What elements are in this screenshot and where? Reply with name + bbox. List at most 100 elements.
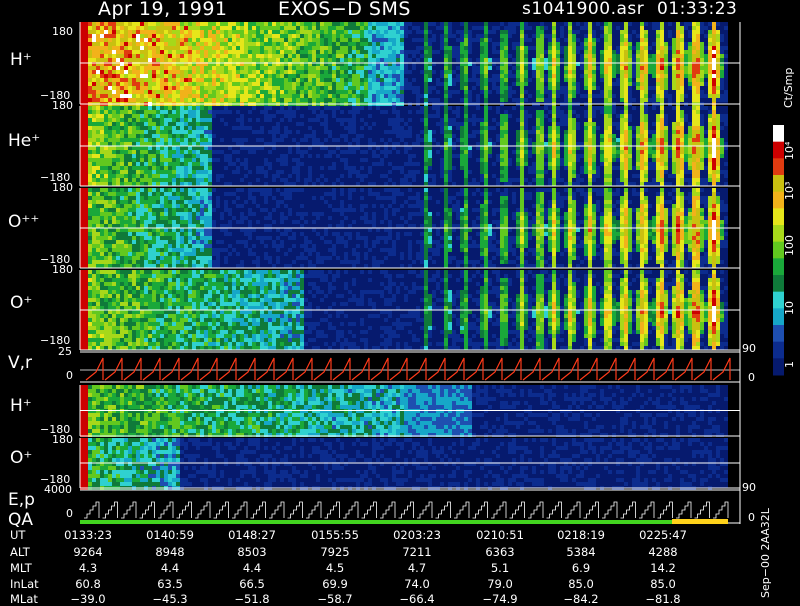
heatmap-cell: [672, 166, 676, 170]
heatmap-cell: [136, 38, 140, 42]
heatmap-cell: [424, 50, 428, 54]
heatmap-cell: [360, 74, 364, 78]
heatmap-cell: [660, 78, 664, 82]
heatmap-cell: [136, 30, 140, 34]
heatmap-cell: [140, 86, 144, 90]
heatmap-cell: [696, 46, 700, 50]
heatmap-cell: [604, 106, 608, 110]
heatmap-cell: [240, 86, 244, 90]
heatmap-cell: [552, 122, 556, 126]
heatmap-cell: [676, 22, 680, 26]
heatmap-cell: [228, 34, 232, 38]
heatmap-cell: [588, 22, 592, 26]
heatmap-cell: [536, 58, 540, 62]
heatmap-cell: [176, 46, 180, 50]
heatmap-cell: [112, 70, 116, 74]
heatmap-cell: [348, 118, 352, 122]
heatmap-cell: [248, 182, 252, 186]
heatmap-cell: [152, 174, 156, 178]
heatmap-cell: [308, 74, 312, 78]
heatmap-cell: [456, 30, 460, 34]
heatmap-cell: [276, 38, 280, 42]
heatmap-cell: [280, 134, 284, 138]
heatmap-cell: [228, 182, 232, 186]
heatmap-cell: [532, 126, 536, 130]
spectrogram-plot: [0, 0, 800, 600]
heatmap-cell: [400, 78, 404, 82]
heatmap-cell: [320, 142, 324, 146]
heatmap-cell: [688, 150, 692, 154]
heatmap-cell: [376, 26, 380, 30]
heatmap-cell: [220, 86, 224, 90]
heatmap-cell: [176, 82, 180, 86]
heatmap-cell: [404, 122, 408, 126]
heatmap-cell: [500, 178, 504, 182]
heatmap-cell: [436, 98, 440, 102]
heatmap-cell: [712, 134, 716, 138]
heatmap-cell: [192, 54, 196, 58]
heatmap-cell: [532, 142, 536, 146]
heatmap-cell: [664, 138, 668, 142]
heatmap-cell: [148, 46, 152, 50]
heatmap-cell: [136, 178, 140, 182]
heatmap-cell: [652, 134, 656, 138]
heatmap-cell: [716, 126, 720, 130]
heatmap-cell: [276, 50, 280, 54]
heatmap-cell: [260, 86, 264, 90]
heatmap-cell: [716, 122, 720, 126]
heatmap-cell: [584, 78, 588, 82]
heatmap-cell: [712, 138, 716, 142]
heatmap-cell: [372, 98, 376, 102]
heatmap-cell: [168, 26, 172, 30]
heatmap-cell: [440, 34, 444, 38]
heatmap-cell: [448, 22, 452, 26]
heatmap-cell: [524, 146, 528, 150]
heatmap-cell: [184, 122, 188, 126]
heatmap-cell: [352, 86, 356, 90]
heatmap-cell: [656, 146, 660, 150]
heatmap-cell: [84, 134, 88, 138]
heatmap-cell: [660, 166, 664, 170]
heatmap-cell: [132, 166, 136, 170]
heatmap-cell: [328, 150, 332, 154]
heatmap-cell: [332, 106, 336, 110]
heatmap-cell: [396, 134, 400, 138]
heatmap-cell: [328, 66, 332, 70]
heatmap-cell: [240, 42, 244, 46]
heatmap-cell: [164, 78, 168, 82]
heatmap-cell: [648, 130, 652, 134]
heatmap-cell: [124, 30, 128, 34]
heatmap-cell: [396, 150, 400, 154]
heatmap-cell: [96, 90, 100, 94]
heatmap-cell: [484, 78, 488, 82]
heatmap-cell: [108, 126, 112, 130]
heatmap-cell: [88, 82, 92, 86]
heatmap-cell: [696, 126, 700, 130]
heatmap-cell: [436, 142, 440, 146]
heatmap-cell: [528, 150, 532, 154]
heatmap-cell: [580, 26, 584, 30]
heatmap-cell: [144, 134, 148, 138]
heatmap-cell: [300, 114, 304, 118]
heatmap-cell: [92, 86, 96, 90]
heatmap-cell: [444, 158, 448, 162]
heatmap-cell: [180, 130, 184, 134]
heatmap-cell: [484, 110, 488, 114]
heatmap-cell: [216, 86, 220, 90]
heatmap-cell: [484, 106, 488, 110]
heatmap-cell: [128, 182, 132, 186]
heatmap-cell: [368, 54, 372, 58]
heatmap-cell: [564, 70, 568, 74]
heatmap-cell: [84, 118, 88, 122]
heatmap-cell: [684, 70, 688, 74]
heatmap-cell: [392, 146, 396, 150]
heatmap-cell: [688, 58, 692, 62]
heatmap-cell: [320, 182, 324, 186]
heatmap-cell: [576, 50, 580, 54]
heatmap-cell: [120, 114, 124, 118]
heatmap-cell: [376, 38, 380, 42]
heatmap-cell: [132, 122, 136, 126]
heatmap-cell: [204, 58, 208, 62]
heatmap-cell: [136, 150, 140, 154]
heatmap-cell: [564, 166, 568, 170]
